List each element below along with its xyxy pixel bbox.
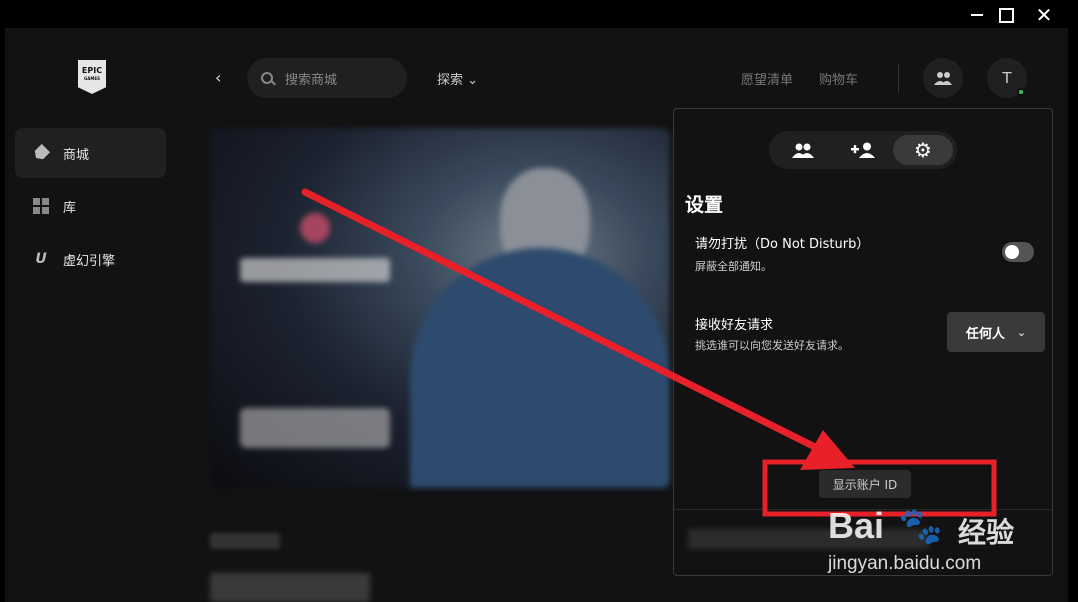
- friend-requests-subtitle: 挑选谁可以向您发送好友请求。: [695, 339, 849, 352]
- sidebar-item-label: 库: [63, 200, 77, 216]
- friend-requests-value: 任何人: [965, 326, 1005, 342]
- friends-icon: [792, 143, 814, 158]
- unreal-engine-icon: U: [35, 251, 47, 267]
- panel-tabs: ⚙: [769, 131, 957, 169]
- explore-label: 探索: [437, 73, 464, 88]
- panel-title: 设置: [685, 194, 724, 216]
- wishlist-link[interactable]: 愿望清单: [741, 69, 793, 88]
- chevron-down-icon: ⌄: [467, 73, 479, 88]
- featured-banner[interactable]: [210, 128, 670, 488]
- tag-icon: [33, 145, 49, 161]
- divider: [898, 63, 899, 93]
- show-account-id-button[interactable]: 显示账户 ID: [819, 470, 911, 498]
- add-friend-icon: [851, 142, 875, 158]
- minimize-button[interactable]: [966, 4, 988, 26]
- explore-menu[interactable]: 探索 ⌄: [437, 69, 478, 88]
- logo-text: EPIC: [81, 66, 103, 75]
- tab-settings[interactable]: ⚙: [893, 135, 953, 165]
- watermark-url: jingyan.baidu.com: [828, 553, 982, 574]
- search-input[interactable]: 搜索商城: [247, 58, 407, 98]
- search-placeholder: 搜索商城: [285, 72, 338, 88]
- sidebar-item-label: 虚幻引擎: [63, 253, 116, 269]
- tab-add-friend[interactable]: [833, 135, 893, 165]
- back-button[interactable]: ‹: [215, 68, 221, 87]
- friend-requests-title: 接收好友请求: [695, 318, 774, 333]
- sidebar-item-label: 商城: [63, 147, 90, 163]
- tab-friends[interactable]: [773, 135, 833, 165]
- paw-icon: 🐾: [898, 506, 943, 547]
- dnd-toggle[interactable]: [1002, 242, 1034, 262]
- dnd-title: 请勿打扰（Do Not Disturb）: [695, 237, 870, 252]
- baidu-watermark: Bai 🐾 经验 jingyan.baidu.com: [828, 505, 1028, 585]
- sidebar-item-unreal-engine[interactable]: U 虚幻引擎: [15, 234, 166, 284]
- sidebar-item-library[interactable]: 库: [15, 181, 166, 231]
- game-card[interactable]: [210, 573, 370, 602]
- watermark-suffix: 经验: [958, 516, 1015, 549]
- sidebar-item-store[interactable]: 商城: [15, 128, 166, 178]
- friends-icon: [934, 72, 952, 85]
- friends-button[interactable]: [923, 58, 963, 98]
- friend-requests-select[interactable]: 任何人 ⌄: [947, 312, 1045, 352]
- online-status-indicator: [1017, 88, 1025, 96]
- gear-icon: ⚙: [914, 138, 932, 162]
- dnd-subtitle: 屏蔽全部通知。: [695, 260, 772, 273]
- search-icon: [261, 72, 273, 84]
- sidebar: EPIC GAMES 商城 库 U 虚幻引擎: [5, 28, 195, 602]
- title-bar: ✕: [0, 0, 1078, 30]
- watermark-brand: Bai: [828, 505, 885, 546]
- cart-link[interactable]: 购物车: [819, 69, 858, 88]
- maximize-button[interactable]: [995, 4, 1017, 26]
- section-heading: [210, 533, 280, 549]
- close-button[interactable]: ✕: [1033, 3, 1055, 27]
- chevron-down-icon: ⌄: [1016, 325, 1027, 339]
- grid-icon: [33, 198, 49, 214]
- epic-games-logo[interactable]: EPIC GAMES: [78, 60, 106, 94]
- logo-subtext: GAMES: [84, 76, 100, 81]
